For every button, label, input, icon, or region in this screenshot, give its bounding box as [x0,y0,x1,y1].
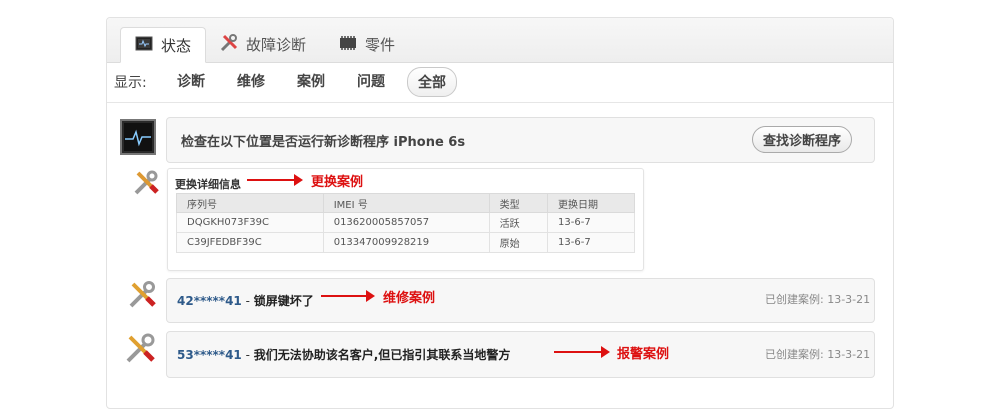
case-tools-icon [127,280,157,314]
police-arrow [554,346,610,358]
replacement-card: 更换详细信息 序列号 IMEI 号 类型 更换日期 DQGKH073F39C 0… [167,168,644,271]
column-serial: 序列号 [176,193,324,213]
cell-imei: 013347009928219 [322,232,490,253]
diagnostic-banner: 检查在以下位置是否运行新诊断程序 iPhone 6s 查找诊断程序 [166,117,875,163]
monitor-icon [135,36,153,55]
tab-status[interactable]: 状态 [120,27,207,63]
tab-status-label: 状态 [161,36,192,55]
tab-troubleshoot-label: 故障诊断 [246,36,307,54]
filter-cases[interactable]: 案例 [297,71,325,91]
filter-issues[interactable]: 问题 [357,71,385,91]
case-id[interactable]: 53*****41 [177,348,242,362]
case-created: 已创建案例: 13-3-21 [765,346,870,362]
divider [107,102,893,103]
case-created-date: 13-3-21 [827,293,871,306]
case-text: 锁屏键坏了 [253,294,314,308]
tab-bar: 状态 故障诊断 零件 [107,18,893,63]
find-diagnostics-button[interactable]: 查找诊断程序 [752,126,853,153]
case-created-label: 已创建案例: [765,293,824,306]
cell-type: 活跃 [488,212,549,233]
replacement-table: 序列号 IMEI 号 类型 更换日期 DQGKH073F39C 01362000… [176,193,635,253]
case-created-label: 已创建案例: [765,348,824,361]
case-created: 已创建案例: 13-3-21 [765,291,870,307]
tab-troubleshoot[interactable]: 故障诊断 [220,27,306,62]
case-tools-icon [124,333,156,369]
column-date: 更换日期 [547,193,635,213]
case-row[interactable]: 42*****41 - 锁屏键坏了 已创建案例: 13-3-21 [166,278,875,323]
case-summary: 42*****41 - 锁屏键坏了 [177,294,314,308]
cell-serial: DQGKH073F39C [176,212,324,233]
filter-bar: 显示: 诊断 维修 案例 问题 全部 [1,63,893,101]
column-imei: IMEI 号 [322,193,490,213]
case-id[interactable]: 42*****41 [177,294,242,308]
device-panel: 状态 故障诊断 零件 显示: 诊断 维修 案例 问题 全部 检查在以下位置是否运… [106,17,894,409]
cell-imei: 013620005857057 [322,212,490,233]
tab-parts-label: 零件 [365,36,396,54]
column-type: 类型 [488,193,549,213]
filter-diagnostics[interactable]: 诊断 [177,71,205,91]
table-row: DQGKH073F39C 013620005857057 活跃 13-6-7 [176,212,635,233]
diagnostic-icon [120,119,156,159]
tools-icon [220,33,238,56]
repair-arrow [321,290,375,302]
replacement-tools-icon [133,170,159,200]
filter-all[interactable]: 全部 [407,67,457,97]
table-header-row: 序列号 IMEI 号 类型 更换日期 [176,193,635,213]
cell-date: 13-6-7 [547,232,635,253]
filter-label: 显示: [114,75,147,91]
case-text: 我们无法协助该名客户,但已指引其联系当地警方 [253,348,511,362]
replacement-title: 更换详细信息 [175,178,241,191]
cell-serial: C39JFEDBF39C [176,232,324,253]
tab-parts[interactable]: 零件 [339,27,395,62]
cell-date: 13-6-7 [547,212,635,233]
diagnostic-message: 检查在以下位置是否运行新诊断程序 iPhone 6s [181,135,466,150]
filter-repairs[interactable]: 维修 [237,71,265,91]
case-row[interactable]: 53*****41 - 我们无法协助该名客户,但已指引其联系当地警方 已创建案例… [166,331,875,378]
case-created-date: 13-3-21 [827,348,871,361]
table-row: C39JFEDBF39C 013347009928219 原始 13-6-7 [176,232,635,253]
repair-annotation: 维修案例 [383,291,436,306]
replacement-annotation: 更换案例 [311,175,364,190]
case-summary: 53*****41 - 我们无法协助该名客户,但已指引其联系当地警方 [177,348,511,362]
chip-icon [339,35,357,54]
police-annotation: 报警案例 [617,347,670,362]
replacement-arrow [247,174,303,186]
cell-type: 原始 [488,232,549,253]
